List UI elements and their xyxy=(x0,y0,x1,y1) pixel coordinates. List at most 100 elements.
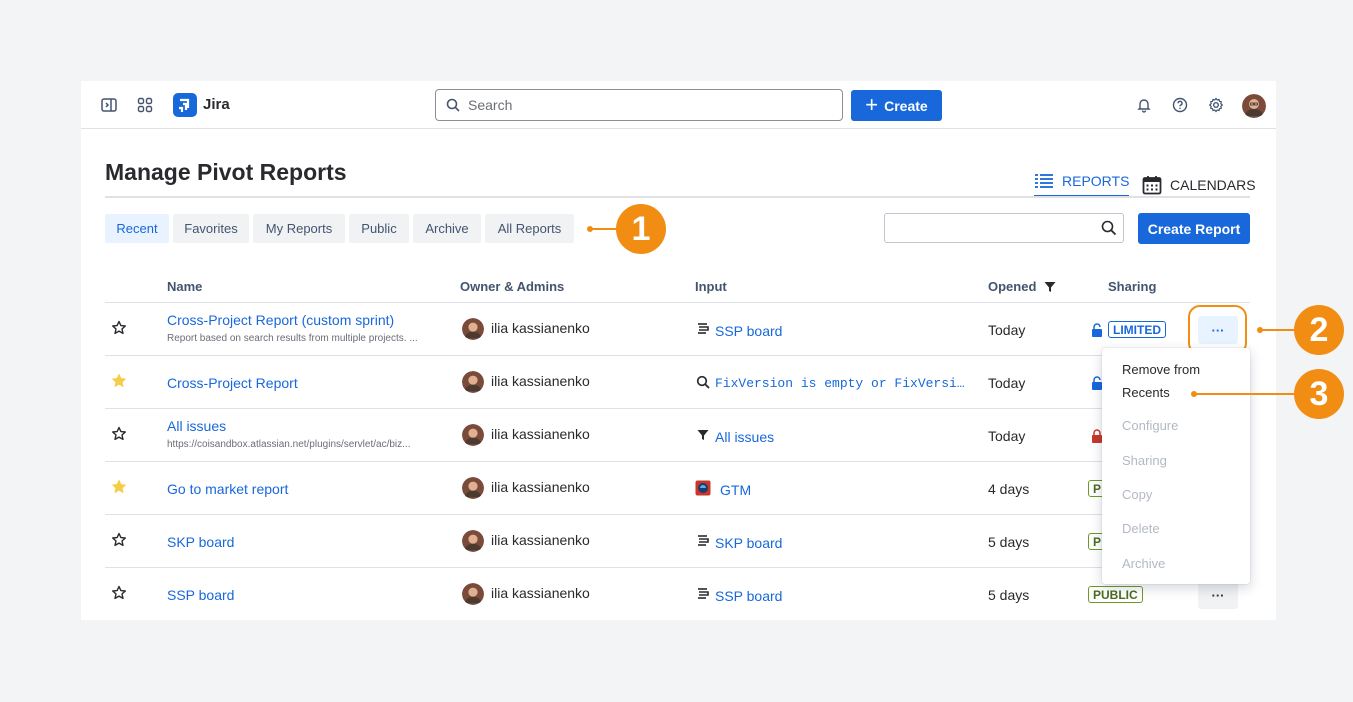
input-jql-link[interactable]: FixVersion is empty or FixVersi… xyxy=(715,376,967,391)
owner-name: ilia kassianenko xyxy=(491,585,590,601)
callout-2-badge: 2 xyxy=(1294,305,1344,355)
search-icon xyxy=(695,374,711,390)
menu-item-configure: Configure xyxy=(1122,418,1179,433)
owner-avatar xyxy=(462,424,484,446)
global-search-input[interactable]: Search xyxy=(435,89,843,121)
star-filled-icon[interactable] xyxy=(111,479,127,495)
opened-value: 5 days xyxy=(988,534,1030,550)
filter-tab-my-reports[interactable]: My Reports xyxy=(253,214,345,243)
board-icon xyxy=(695,533,711,549)
tab-reports-label: REPORTS xyxy=(1062,173,1130,189)
input-link[interactable]: SKP board xyxy=(715,535,782,551)
tab-calendars-label: CALENDARS xyxy=(1170,177,1256,193)
table-row: Go to market report ilia kassianenko GTM… xyxy=(105,462,1250,515)
page-title: Manage Pivot Reports xyxy=(105,159,347,185)
app-window: Jira Search + Create Manage Pivot Report… xyxy=(81,81,1276,620)
column-header-input[interactable]: Input xyxy=(695,279,727,294)
more-actions-button[interactable]: ··· xyxy=(1198,581,1238,609)
report-name-link[interactable]: All issues xyxy=(167,418,226,434)
board-icon xyxy=(695,321,711,337)
callout-1-line xyxy=(590,228,616,230)
opened-value: Today xyxy=(988,375,1026,391)
report-name-link[interactable]: Cross-Project Report (custom sprint) xyxy=(167,312,394,328)
search-icon xyxy=(1101,220,1117,236)
star-filled-icon[interactable] xyxy=(111,373,127,389)
app-switcher-icon[interactable] xyxy=(135,95,155,115)
filter-tab-recent[interactable]: Recent xyxy=(105,214,169,243)
star-outline-icon[interactable] xyxy=(111,320,127,336)
user-avatar[interactable] xyxy=(1242,94,1266,118)
filter-tab-archive[interactable]: Archive xyxy=(413,214,481,243)
table-row: Cross-Project Report (custom sprint) Rep… xyxy=(105,303,1250,356)
tab-calendars[interactable]: CALENDARS xyxy=(1142,173,1256,197)
callout-2-line xyxy=(1260,329,1294,331)
menu-item-copy: Copy xyxy=(1122,487,1153,502)
sidebar-toggle-icon[interactable] xyxy=(99,95,119,115)
column-header-owner[interactable]: Owner & Admins xyxy=(460,279,564,294)
search-icon xyxy=(446,98,460,112)
sharing-badge: PUBLIC xyxy=(1088,586,1143,603)
create-report-button[interactable]: Create Report xyxy=(1138,213,1250,244)
search-placeholder: Search xyxy=(468,97,513,113)
owner-avatar xyxy=(462,371,484,393)
owner-name: ilia kassianenko xyxy=(491,426,590,442)
jira-logo-icon[interactable] xyxy=(173,93,197,117)
menu-item-remove-from-recents[interactable]: Remove from Recents xyxy=(1122,358,1232,404)
help-icon[interactable] xyxy=(1170,95,1190,115)
owner-avatar xyxy=(462,530,484,552)
list-icon xyxy=(1035,174,1053,188)
opened-value: 4 days xyxy=(988,481,1030,497)
input-link[interactable]: GTM xyxy=(720,482,751,498)
table-row: SKP board ilia kassianenko SKP board 5 d… xyxy=(105,515,1250,568)
tab-reports[interactable]: REPORTS xyxy=(1034,171,1130,197)
table-row: All issues https://coisandbox.atlassian.… xyxy=(105,409,1250,462)
star-outline-icon[interactable] xyxy=(111,585,127,601)
project-icon xyxy=(695,480,711,496)
notifications-bell-icon[interactable] xyxy=(1134,95,1154,115)
column-header-sharing[interactable]: Sharing xyxy=(1108,279,1156,294)
owner-avatar xyxy=(462,318,484,340)
create-button[interactable]: + Create xyxy=(851,90,942,121)
report-name-link[interactable]: Cross-Project Report xyxy=(167,375,298,391)
filter-tab-favorites[interactable]: Favorites xyxy=(173,214,249,243)
menu-item-sharing: Sharing xyxy=(1122,453,1167,468)
callout-1-badge: 1 xyxy=(616,204,666,254)
column-header-name[interactable]: Name xyxy=(167,279,202,294)
star-outline-icon[interactable] xyxy=(111,426,127,442)
input-link[interactable]: SSP board xyxy=(715,588,782,604)
owner-avatar xyxy=(462,477,484,499)
filter-tab-public[interactable]: Public xyxy=(349,214,409,243)
app-name[interactable]: Jira xyxy=(203,96,230,113)
filter-icon[interactable] xyxy=(1044,281,1056,293)
top-navigation: Jira Search + Create xyxy=(81,81,1276,129)
report-name-link[interactable]: Go to market report xyxy=(167,481,288,497)
plus-icon: + xyxy=(865,91,879,117)
input-link[interactable]: SSP board xyxy=(715,323,782,339)
opened-value: Today xyxy=(988,428,1026,444)
callout-3-badge: 3 xyxy=(1294,369,1344,419)
opened-value: 5 days xyxy=(988,587,1030,603)
title-divider xyxy=(105,196,1250,198)
menu-item-delete: Delete xyxy=(1122,521,1160,536)
report-description: Report based on search results from mult… xyxy=(167,333,418,344)
input-link[interactable]: All issues xyxy=(715,429,774,445)
calendar-icon xyxy=(1142,176,1162,195)
report-name-link[interactable]: SSP board xyxy=(167,587,234,603)
lock-open-icon xyxy=(1092,323,1102,337)
row-actions-menu: Remove from Recents Configure Sharing Co… xyxy=(1102,348,1250,584)
owner-name: ilia kassianenko xyxy=(491,532,590,548)
opened-value: Today xyxy=(988,322,1026,338)
settings-gear-icon[interactable] xyxy=(1206,95,1226,115)
sharing-badge: LIMITED xyxy=(1108,321,1166,338)
filter-tab-all-reports[interactable]: All Reports xyxy=(485,214,574,243)
owner-avatar xyxy=(462,583,484,605)
callout-3-line xyxy=(1194,393,1294,395)
board-icon xyxy=(695,586,711,602)
star-outline-icon[interactable] xyxy=(111,532,127,548)
column-header-opened[interactable]: Opened xyxy=(988,279,1036,294)
report-search-input[interactable] xyxy=(884,213,1124,243)
table-row: SSP board ilia kassianenko SSP board 5 d… xyxy=(105,568,1250,620)
owner-name: ilia kassianenko xyxy=(491,373,590,389)
report-name-link[interactable]: SKP board xyxy=(167,534,234,550)
table-row: Cross-Project Report ilia kassianenko Fi… xyxy=(105,356,1250,409)
